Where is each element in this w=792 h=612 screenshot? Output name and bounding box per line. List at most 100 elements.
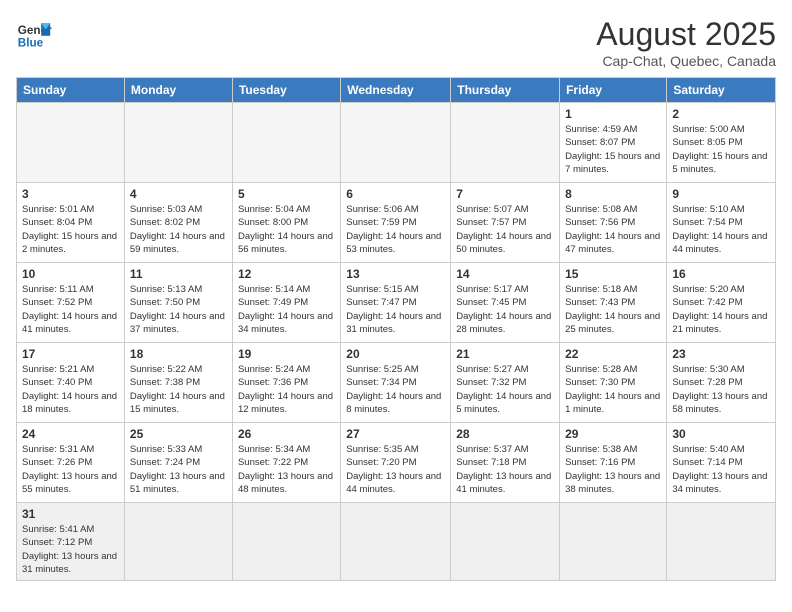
col-monday: Monday bbox=[124, 78, 232, 103]
col-tuesday: Tuesday bbox=[232, 78, 340, 103]
day-info: Sunrise: 5:14 AM Sunset: 7:49 PM Dayligh… bbox=[238, 283, 335, 336]
table-row: 6 Sunrise: 5:06 AM Sunset: 7:59 PM Daylig… bbox=[341, 183, 451, 263]
table-row bbox=[124, 103, 232, 183]
logo-icon: General Blue bbox=[16, 16, 52, 52]
day-info: Sunrise: 5:31 AM Sunset: 7:26 PM Dayligh… bbox=[22, 443, 119, 496]
day-info: Sunrise: 5:06 AM Sunset: 7:59 PM Dayligh… bbox=[346, 203, 445, 256]
table-row: 27 Sunrise: 5:35 AM Sunset: 7:20 PM Dayli… bbox=[341, 423, 451, 503]
day-number: 25 bbox=[130, 427, 227, 441]
day-info: Sunrise: 5:01 AM Sunset: 8:04 PM Dayligh… bbox=[22, 203, 119, 256]
day-number: 9 bbox=[672, 187, 770, 201]
table-row bbox=[232, 103, 340, 183]
day-info: Sunrise: 5:13 AM Sunset: 7:50 PM Dayligh… bbox=[130, 283, 227, 336]
day-info: Sunrise: 5:17 AM Sunset: 7:45 PM Dayligh… bbox=[456, 283, 554, 336]
calendar-table: Sunday Monday Tuesday Wednesday Thursday… bbox=[16, 77, 776, 581]
day-number: 26 bbox=[238, 427, 335, 441]
table-row bbox=[560, 503, 667, 581]
table-row: 20Sunrise: 5:25 AM Sunset: 7:34 PM Dayli… bbox=[341, 343, 451, 423]
day-number: 1 bbox=[565, 107, 661, 121]
day-info: Sunrise: 4:59 AM Sunset: 8:07 PM Dayligh… bbox=[565, 123, 661, 176]
table-row bbox=[232, 503, 340, 581]
col-thursday: Thursday bbox=[451, 78, 560, 103]
table-row: 10 Sunrise: 5:11 AM Sunset: 7:52 PM Dayli… bbox=[17, 263, 125, 343]
day-number: 27 bbox=[346, 427, 445, 441]
title-area: August 2025 Cap-Chat, Quebec, Canada bbox=[596, 16, 776, 69]
table-row: 21Sunrise: 5:27 AM Sunset: 7:32 PM Dayli… bbox=[451, 343, 560, 423]
table-row: 12 Sunrise: 5:14 AM Sunset: 7:49 PM Dayli… bbox=[232, 263, 340, 343]
table-row bbox=[451, 503, 560, 581]
day-number: 18 bbox=[130, 347, 227, 361]
calendar-header-row: Sunday Monday Tuesday Wednesday Thursday… bbox=[17, 78, 776, 103]
table-row: 31 Sunrise: 5:41 AM Sunset: 7:12 PM Dayli… bbox=[17, 503, 125, 581]
table-row: 2 Sunrise: 5:00 AM Sunset: 8:05 PM Daylig… bbox=[667, 103, 776, 183]
calendar-body: 1 Sunrise: 4:59 AM Sunset: 8:07 PM Daylig… bbox=[17, 103, 776, 581]
table-row: 26 Sunrise: 5:34 AM Sunset: 7:22 PM Dayli… bbox=[232, 423, 340, 503]
day-info: Sunrise: 5:40 AM Sunset: 7:14 PM Dayligh… bbox=[672, 443, 770, 496]
day-info: Sunrise: 5:18 AM Sunset: 7:43 PM Dayligh… bbox=[565, 283, 661, 336]
table-row: 5Sunrise: 5:04 AM Sunset: 8:00 PM Daylig… bbox=[232, 183, 340, 263]
svg-text:Blue: Blue bbox=[18, 37, 44, 50]
day-info: Sunrise: 5:34 AM Sunset: 7:22 PM Dayligh… bbox=[238, 443, 335, 496]
table-row: 16 Sunrise: 5:20 AM Sunset: 7:42 PM Dayli… bbox=[667, 263, 776, 343]
table-row: 4Sunrise: 5:03 AM Sunset: 8:02 PM Daylig… bbox=[124, 183, 232, 263]
day-info: Sunrise: 5:10 AM Sunset: 7:54 PM Dayligh… bbox=[672, 203, 770, 256]
day-info: Sunrise: 5:21 AM Sunset: 7:40 PM Dayligh… bbox=[22, 363, 119, 416]
table-row: 8Sunrise: 5:08 AM Sunset: 7:56 PM Daylig… bbox=[560, 183, 667, 263]
day-info: Sunrise: 5:27 AM Sunset: 7:32 PM Dayligh… bbox=[456, 363, 554, 416]
table-row bbox=[17, 103, 125, 183]
day-number: 30 bbox=[672, 427, 770, 441]
table-row: 3Sunrise: 5:01 AM Sunset: 8:04 PM Daylig… bbox=[17, 183, 125, 263]
day-info: Sunrise: 5:41 AM Sunset: 7:12 PM Dayligh… bbox=[22, 523, 119, 576]
table-row: 9 Sunrise: 5:10 AM Sunset: 7:54 PM Daylig… bbox=[667, 183, 776, 263]
day-info: Sunrise: 5:33 AM Sunset: 7:24 PM Dayligh… bbox=[130, 443, 227, 496]
day-info: Sunrise: 5:07 AM Sunset: 7:57 PM Dayligh… bbox=[456, 203, 554, 256]
day-number: 19 bbox=[238, 347, 335, 361]
day-number: 7 bbox=[456, 187, 554, 201]
logo: General Blue bbox=[16, 16, 52, 52]
day-number: 24 bbox=[22, 427, 119, 441]
day-info: Sunrise: 5:38 AM Sunset: 7:16 PM Dayligh… bbox=[565, 443, 661, 496]
day-number: 22 bbox=[565, 347, 661, 361]
table-row: 13 Sunrise: 5:15 AM Sunset: 7:47 PM Dayli… bbox=[341, 263, 451, 343]
table-row: 14 Sunrise: 5:17 AM Sunset: 7:45 PM Dayli… bbox=[451, 263, 560, 343]
day-number: 20 bbox=[346, 347, 445, 361]
table-row bbox=[341, 103, 451, 183]
day-number: 16 bbox=[672, 267, 770, 281]
day-number: 12 bbox=[238, 267, 335, 281]
table-row: 28Sunrise: 5:37 AM Sunset: 7:18 PM Dayli… bbox=[451, 423, 560, 503]
table-row: 7 Sunrise: 5:07 AM Sunset: 7:57 PM Daylig… bbox=[451, 183, 560, 263]
day-info: Sunrise: 5:24 AM Sunset: 7:36 PM Dayligh… bbox=[238, 363, 335, 416]
day-number: 23 bbox=[672, 347, 770, 361]
day-info: Sunrise: 5:20 AM Sunset: 7:42 PM Dayligh… bbox=[672, 283, 770, 336]
day-number: 29 bbox=[565, 427, 661, 441]
day-info: Sunrise: 5:15 AM Sunset: 7:47 PM Dayligh… bbox=[346, 283, 445, 336]
day-info: Sunrise: 5:28 AM Sunset: 7:30 PM Dayligh… bbox=[565, 363, 661, 416]
day-number: 13 bbox=[346, 267, 445, 281]
day-number: 28 bbox=[456, 427, 554, 441]
day-info: Sunrise: 5:22 AM Sunset: 7:38 PM Dayligh… bbox=[130, 363, 227, 416]
table-row: 15 Sunrise: 5:18 AM Sunset: 7:43 PM Dayli… bbox=[560, 263, 667, 343]
col-wednesday: Wednesday bbox=[341, 78, 451, 103]
col-friday: Friday bbox=[560, 78, 667, 103]
day-number: 31 bbox=[22, 507, 119, 521]
day-info: Sunrise: 5:08 AM Sunset: 7:56 PM Dayligh… bbox=[565, 203, 661, 256]
day-number: 6 bbox=[346, 187, 445, 201]
table-row: 24 Sunrise: 5:31 AM Sunset: 7:26 PM Dayli… bbox=[17, 423, 125, 503]
table-row: 23 Sunrise: 5:30 AM Sunset: 7:28 PM Dayli… bbox=[667, 343, 776, 423]
day-info: Sunrise: 5:11 AM Sunset: 7:52 PM Dayligh… bbox=[22, 283, 119, 336]
table-row bbox=[667, 503, 776, 581]
table-row: 19 Sunrise: 5:24 AM Sunset: 7:36 PM Dayli… bbox=[232, 343, 340, 423]
col-sunday: Sunday bbox=[17, 78, 125, 103]
day-number: 15 bbox=[565, 267, 661, 281]
day-info: Sunrise: 5:30 AM Sunset: 7:28 PM Dayligh… bbox=[672, 363, 770, 416]
day-number: 4 bbox=[130, 187, 227, 201]
day-number: 14 bbox=[456, 267, 554, 281]
day-number: 10 bbox=[22, 267, 119, 281]
day-info: Sunrise: 5:00 AM Sunset: 8:05 PM Dayligh… bbox=[672, 123, 770, 176]
table-row bbox=[341, 503, 451, 581]
table-row: 29 Sunrise: 5:38 AM Sunset: 7:16 PM Dayli… bbox=[560, 423, 667, 503]
day-number: 11 bbox=[130, 267, 227, 281]
day-info: Sunrise: 5:35 AM Sunset: 7:20 PM Dayligh… bbox=[346, 443, 445, 496]
table-row: 1 Sunrise: 4:59 AM Sunset: 8:07 PM Daylig… bbox=[560, 103, 667, 183]
day-number: 2 bbox=[672, 107, 770, 121]
